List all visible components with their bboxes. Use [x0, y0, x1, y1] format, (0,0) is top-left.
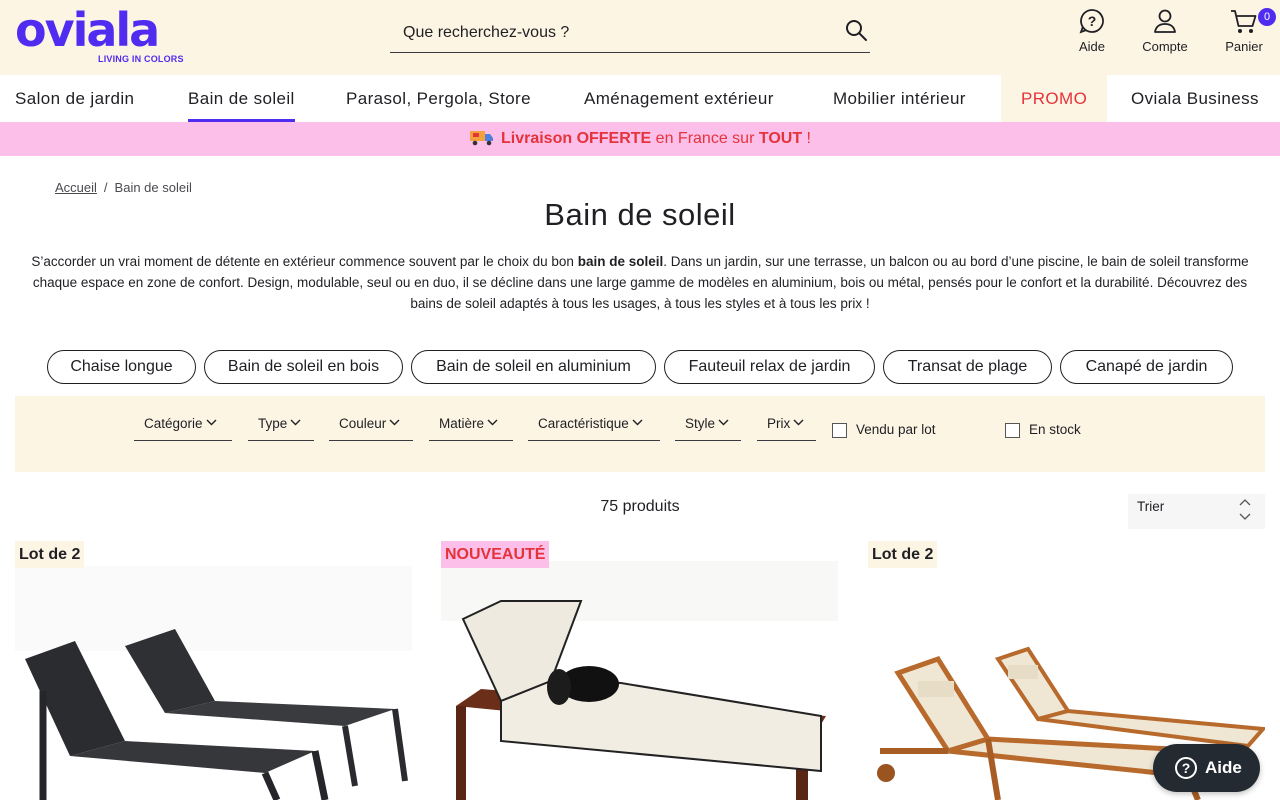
filter-prix[interactable]: Prix [757, 414, 816, 441]
filter-caracteristique[interactable]: Caractéristique [528, 414, 660, 441]
filter-label: Style [685, 416, 716, 431]
checkbox-label: En stock [1029, 422, 1081, 437]
nav-item-parasol-pergola-store[interactable]: Parasol, Pergola, Store [346, 75, 531, 122]
banner-text-end: ! [802, 130, 811, 147]
nav-item-oviala-business[interactable]: Oviala Business [1131, 75, 1259, 122]
product-image-cushion-lounger[interactable] [441, 541, 838, 800]
account-label: Compte [1142, 39, 1188, 54]
cart-count-badge: 0 [1258, 8, 1276, 26]
nav-item-salon-de-jardin[interactable]: Salon de jardin [15, 75, 134, 122]
product-count: 75 produits [600, 498, 680, 515]
svg-text:?: ? [1088, 13, 1097, 29]
sort-label: Trier [1137, 499, 1165, 514]
filter-label: Catégorie [144, 416, 203, 431]
cart-icon [1231, 10, 1257, 33]
breadcrumb-separator: / [103, 180, 108, 195]
nav-item-bain-de-soleil[interactable]: Bain de soleil [188, 75, 295, 122]
chip-fauteuil-relax-de-jardin[interactable]: Fauteuil relax de jardin [664, 350, 875, 384]
oviala-logo[interactable]: oviala LIVING IN COLORS [15, 3, 185, 68]
category-intro: S’accorder un vrai moment de détente en … [15, 251, 1265, 314]
logo-tagline: LIVING IN COLORS [98, 54, 184, 64]
help-chat-button[interactable]: ? Aide [1153, 744, 1260, 792]
filter-categorie[interactable]: Catégorie [134, 414, 232, 441]
search-input[interactable] [390, 14, 830, 52]
search-icon[interactable] [844, 18, 870, 44]
filter-label: Type [258, 416, 288, 431]
banner-text: en France sur [651, 130, 759, 147]
sort-select[interactable]: Trier [1128, 494, 1265, 529]
filter-label: Caractéristique [538, 416, 629, 431]
filter-label: Matière [439, 416, 485, 431]
cart-link[interactable]: 0 Panier [1220, 8, 1276, 58]
help-chat-label: Aide [1205, 758, 1242, 777]
breadcrumb-home-link[interactable]: Accueil [55, 180, 97, 195]
account-link[interactable]: Compte [1136, 8, 1194, 58]
filter-matiere[interactable]: Matière [429, 414, 513, 441]
product-card[interactable]: Lot de 2 [15, 541, 412, 800]
help-label: Aide [1078, 39, 1106, 54]
breadcrumb-current: Bain de soleil [114, 180, 192, 195]
chip-chaise-longue[interactable]: Chaise longue [47, 350, 196, 384]
banner-highlight-tout: TOUT [758, 130, 803, 147]
checkbox-box[interactable] [1005, 423, 1020, 438]
sort-arrows-icon [1239, 499, 1251, 520]
filter-type[interactable]: Type [248, 414, 314, 441]
free-delivery-banner: Livraison OFFERTE en France sur TOUT ! [0, 122, 1280, 156]
question-mark-icon: ? [1175, 757, 1197, 779]
product-card[interactable]: NOUVEAUTÉ [441, 541, 838, 800]
help-icon: ? [1079, 9, 1104, 34]
breadcrumb: Accueil / Bain de soleil [55, 180, 192, 195]
page-title: Bain de soleil [544, 197, 736, 232]
chevron-down-icon [389, 419, 400, 426]
logo-text: oviala [15, 3, 160, 57]
checkbox-en-stock[interactable]: En stock [1005, 422, 1095, 440]
filter-label: Prix [767, 416, 791, 431]
chevron-down-icon [487, 419, 498, 426]
checkbox-box[interactable] [832, 423, 847, 438]
checkbox-vendu-par-lot[interactable]: Vendu par lot [832, 422, 962, 440]
product-badge: NOUVEAUTÉ [441, 541, 550, 568]
nav-item-promo[interactable]: PROMO [1001, 75, 1108, 122]
checkbox-label: Vendu par lot [856, 422, 936, 437]
banner-highlight: Livraison OFFERTE [500, 130, 652, 147]
product-badge: Lot de 2 [15, 541, 85, 568]
nav-item-mobilier-interieur[interactable]: Mobilier intérieur [833, 75, 966, 122]
chevron-down-icon [290, 419, 301, 426]
nav-item-amenagement-exterieur[interactable]: Aménagement extérieur [584, 75, 774, 122]
filter-label: Couleur [339, 416, 387, 431]
main-navigation: Salon de jardin Bain de soleil Parasol, … [0, 75, 1280, 122]
chip-bain-de-soleil-en-aluminium[interactable]: Bain de soleil en aluminium [411, 350, 656, 384]
filter-couleur[interactable]: Couleur [329, 414, 413, 441]
intro-keyword: bain de soleil [577, 254, 664, 269]
chip-bain-de-soleil-en-bois[interactable]: Bain de soleil en bois [204, 350, 403, 384]
filters-bar: Catégorie Type Couleur Matière Caractéri… [15, 396, 1265, 472]
site-header: oviala LIVING IN COLORS ? Aide Compte 0 … [0, 0, 1280, 75]
chevron-down-icon [793, 419, 804, 426]
chip-canape-de-jardin[interactable]: Canapé de jardin [1060, 350, 1233, 384]
delivery-truck-icon [469, 131, 493, 146]
search-bar [390, 14, 870, 53]
chip-transat-de-plage[interactable]: Transat de plage [883, 350, 1052, 384]
product-image-black-loungers[interactable] [15, 541, 412, 800]
help-link[interactable]: ? Aide [1067, 8, 1117, 58]
chevron-down-icon [206, 419, 217, 426]
chevron-down-icon [718, 419, 729, 426]
filter-style[interactable]: Style [675, 414, 741, 441]
chevron-down-icon [632, 419, 643, 426]
cart-label: Panier [1225, 39, 1263, 54]
intro-text-start: S’accorder un vrai moment de détente en … [31, 254, 578, 269]
product-badge: Lot de 2 [868, 541, 938, 568]
user-icon [1154, 9, 1176, 33]
